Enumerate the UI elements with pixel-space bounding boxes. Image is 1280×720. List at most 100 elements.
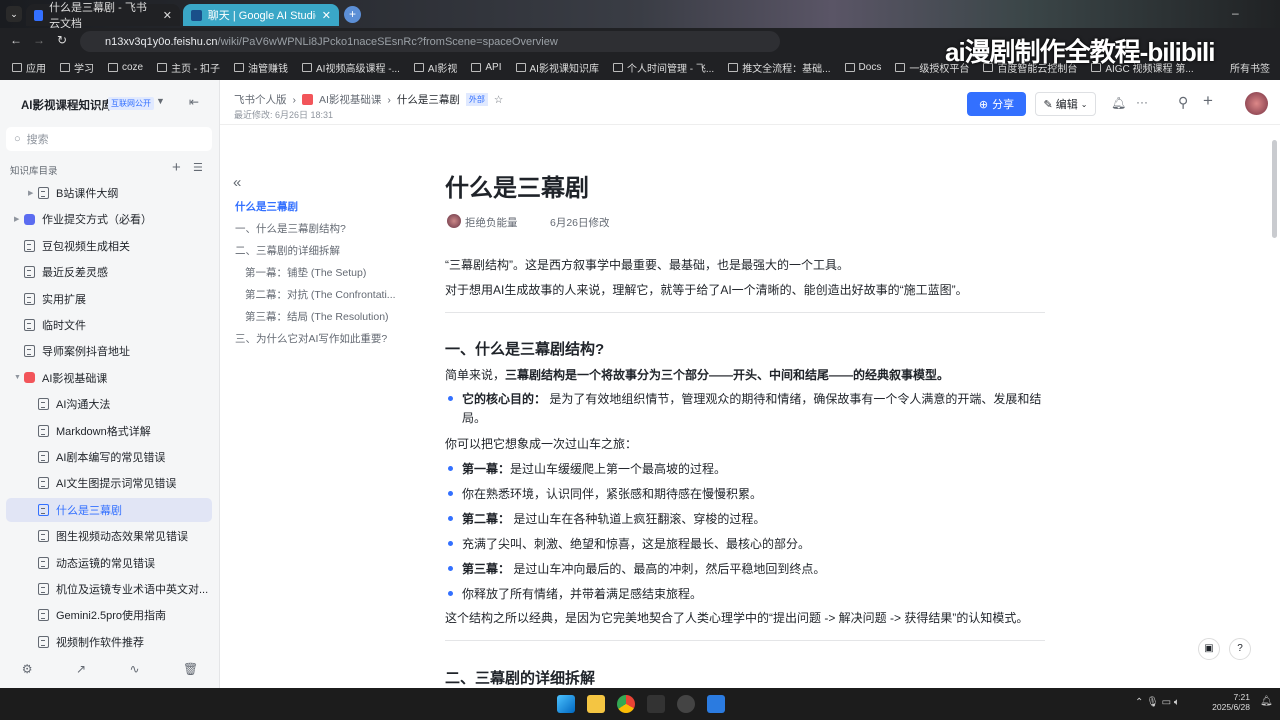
list-item: 你在熟悉环境，认识同伴，紧张感和期待感在慢慢积累。 [462, 485, 1062, 502]
sidebar-item[interactable]: Gemini2.5pro使用指南 [6, 603, 212, 627]
more-icon[interactable]: ··· [1136, 95, 1148, 109]
bookmark-label: 学习 [74, 64, 94, 75]
capcut-icon[interactable] [647, 695, 665, 713]
bookmark-item[interactable]: 个人时间管理 - 飞... [612, 60, 714, 75]
sidebar-item[interactable]: 机位及运镜专业术语中英文对... [6, 577, 212, 601]
bookmark-item[interactable]: 应用 [12, 60, 46, 75]
bookmark-label: 应用 [26, 64, 46, 75]
caret-right-icon[interactable]: ▶ [14, 215, 24, 223]
search-input[interactable]: ○ 搜索 [6, 127, 212, 151]
search-icon: ○ [14, 133, 21, 145]
sidebar-item[interactable]: AI文生图提示词常见错误 [6, 471, 212, 495]
bookmark-item[interactable]: coze [108, 62, 143, 73]
bookmark-item[interactable]: 油管赚钱 [234, 60, 288, 75]
share-button[interactable]: ⊕ 分享 [967, 92, 1026, 116]
forward-icon[interactable]: → [33, 33, 45, 47]
toc-item[interactable]: 第二幕：对抗 (The Confrontati... [245, 287, 396, 302]
bookmark-item[interactable]: Docs [844, 62, 881, 73]
sidebar-item[interactable]: 动态运镜的常见错误 [6, 551, 212, 575]
settings-icon[interactable]: ⚙ [22, 662, 33, 676]
tab-search-button[interactable]: ⌄ [6, 6, 22, 22]
back-icon[interactable]: ← [10, 33, 22, 47]
close-tab-icon[interactable]: ✕ [163, 9, 172, 22]
sidebar-item[interactable]: AI剧本编写的常见错误 [6, 445, 212, 469]
bookmark-item[interactable]: 推文全流程：基础... [728, 60, 831, 75]
add-icon[interactable]: + [1203, 91, 1213, 111]
sidebar-item-label: AI文生图提示词常见错误 [56, 478, 177, 491]
app-icon[interactable] [677, 695, 695, 713]
sidebar-item[interactable]: 视频制作软件推荐 [6, 630, 212, 654]
sidebar-item[interactable]: Markdown格式详解 [6, 419, 212, 443]
author-name[interactable]: 拒绝负能量 [465, 215, 518, 230]
tray-icons[interactable]: ⌃ 🎙︎ ▭ 🔈︎ [1135, 697, 1180, 708]
chrome-icon[interactable] [617, 695, 635, 713]
clock[interactable]: 7:21 2025/6/28 [1212, 692, 1250, 712]
toc-item[interactable]: 三、为什么它对AI写作如此重要? [235, 331, 387, 346]
app-icon[interactable] [707, 695, 725, 713]
sidebar-item[interactable]: 实用扩展 [6, 287, 212, 311]
collapse-toc-icon[interactable]: « [233, 174, 241, 191]
bookmark-item[interactable]: AI视频高级课程 -... [302, 60, 400, 75]
tab-ai-studio[interactable]: 聊天 | Google AI Studio --- C ✕ [183, 4, 339, 26]
paragraph: 对于想用AI生成故事的人来说，理解它，就等于给了AI一个清晰的、能创造出好故事的… [445, 283, 968, 297]
windows-start-icon[interactable] [557, 695, 575, 713]
tab-feishu[interactable]: 什么是三幕剧 - 飞书云文档 ✕ [26, 2, 180, 30]
reload-icon[interactable]: ↻ [57, 33, 67, 47]
toc-item[interactable]: 二、三幕剧的详细拆解 [235, 243, 340, 258]
sidebar-item-label: 机位及运镜专业术语中英文对... [56, 584, 209, 596]
chevron-down-icon: ⌄ [1080, 99, 1088, 109]
toc-item[interactable]: 第三幕：结局 (The Resolution) [245, 309, 389, 324]
toc-item[interactable]: 什么是三幕剧 [235, 199, 298, 214]
caret-down-icon[interactable]: ▼ [14, 374, 24, 381]
bookmark-item[interactable]: API [471, 62, 502, 73]
space-title[interactable]: AI影视课程知识库 [21, 97, 113, 113]
breadcrumb-item[interactable]: 飞书个人版 [234, 92, 287, 107]
add-page-icon[interactable]: + [172, 159, 181, 176]
heading-1: 一、什么是三幕剧结构? [445, 341, 605, 358]
sidebar-item[interactable]: 豆包视频生成相关 [6, 234, 212, 258]
breadcrumb-item[interactable]: AI影视基础课 [319, 92, 381, 107]
sidebar-item[interactable]: AI沟通大法 [6, 392, 212, 416]
bookmark-item[interactable]: AI影视课知识库 [515, 60, 599, 75]
bookmark-item[interactable]: AI影视 [413, 60, 457, 75]
doc-icon [24, 266, 35, 279]
file-explorer-icon[interactable] [587, 695, 605, 713]
doc-widget-icon[interactable]: ▣ [1198, 638, 1220, 660]
sidebar-item[interactable]: 图生视频动态效果常见错误 [6, 524, 212, 548]
bold-text: 第一幕： [462, 462, 511, 476]
sidebar-item[interactable]: ▼ AI影视基础课 [6, 366, 212, 390]
tree-options-icon[interactable]: ☰ [193, 161, 203, 174]
new-tab-button[interactable]: + [344, 6, 361, 23]
chevron-down-icon[interactable]: ▼ [156, 96, 165, 106]
toc-item[interactable]: 一、什么是三幕剧结构? [235, 221, 346, 236]
sidebar-item[interactable]: 导师案例抖音地址 [6, 339, 212, 363]
edit-button[interactable]: ✎ 编辑 ⌄ [1035, 92, 1096, 116]
sidebar-item[interactable]: 临时文件 [6, 313, 212, 337]
sidebar-item[interactable]: ▶ 作业提交方式（必看） [6, 207, 212, 231]
caret-right-icon[interactable]: ▶ [28, 189, 38, 197]
scrollbar[interactable] [1272, 140, 1277, 238]
bookmark-item[interactable]: 学习 [60, 60, 94, 75]
url-input[interactable]: n13xv3q1y0o.feishu.cn/wiki/PaV6wWPNLi8JP… [80, 31, 780, 52]
window-minimize-button[interactable]: – [1232, 6, 1239, 20]
notification-icon[interactable]: 🔔︎ [1260, 696, 1273, 707]
help-icon[interactable]: ? [1229, 638, 1251, 660]
sidebar-item[interactable]: 最近反差灵感 [6, 260, 212, 284]
sidebar-item[interactable]: ▶ B站课件大纲 [6, 181, 212, 205]
bold-text: 三幕剧结构是一个将故事分为三个部分——开头、中间和结尾——的经典叙事模型。 [505, 368, 950, 382]
bookmark-item[interactable]: 主页 - 扣子 [157, 60, 220, 75]
share-out-icon[interactable]: ↗ [76, 662, 86, 676]
sidebar-item[interactable]: 什么是三幕剧 [6, 497, 212, 522]
star-icon[interactable]: ☆ [494, 94, 503, 106]
trash-icon[interactable]: 🗑 [183, 662, 198, 676]
collapse-sidebar-icon[interactable]: ⇤ [189, 95, 199, 109]
avatar[interactable] [1245, 92, 1268, 115]
stats-icon[interactable]: ∿ [130, 662, 140, 676]
sidebar-item-label: 作业提交方式（必看） [42, 214, 152, 227]
close-tab-icon[interactable]: ✕ [322, 9, 331, 22]
all-bookmarks[interactable]: 所有书签 [1230, 60, 1270, 75]
text: 充满了尖叫、刺激、绝望和惊喜，这是旅程最长、最核心的部分。 [462, 537, 811, 551]
toc-item[interactable]: 第一幕：铺垫 (The Setup) [245, 265, 366, 280]
search-icon[interactable]: ⚲ [1178, 94, 1188, 111]
bell-icon[interactable]: 🔔︎ [1111, 96, 1126, 110]
